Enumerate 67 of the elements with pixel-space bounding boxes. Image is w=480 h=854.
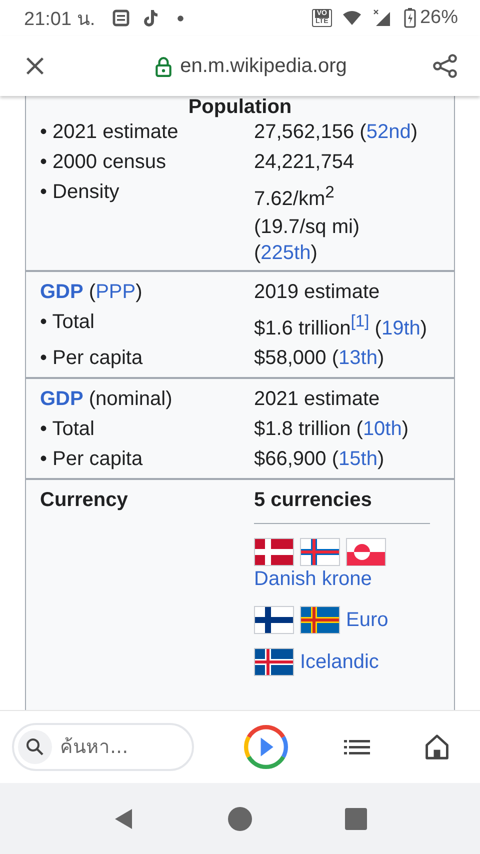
finland-flag-icon — [254, 606, 294, 634]
link[interactable]: 15th — [338, 448, 378, 470]
section-header: Population — [187, 96, 293, 117]
denmark-flag-icon — [254, 538, 294, 566]
faroe-flag-icon — [300, 538, 340, 566]
link[interactable]: GDP — [40, 388, 84, 410]
row-value: ) — [420, 317, 428, 340]
recents-icon[interactable] — [344, 806, 368, 830]
search-field[interactable]: ค้นหา... — [58, 735, 172, 759]
notification-dot-icon — [177, 14, 184, 22]
row-value: ) — [402, 418, 409, 440]
row-label: • Density — [40, 181, 120, 203]
iceland-flag-icon — [254, 648, 294, 676]
list-icon — [342, 737, 371, 757]
link[interactable]: 52nd — [366, 121, 411, 143]
row-label: • Total — [40, 310, 94, 333]
status-time: 21:01 น. — [24, 8, 96, 32]
row-value: ) — [310, 242, 318, 264]
share-icon — [432, 53, 458, 79]
row-value: ) — [410, 121, 418, 143]
row-value: $1.6 trillion — [254, 317, 351, 340]
link[interactable]: GDP — [40, 280, 84, 303]
aland-flag-icon — [300, 606, 340, 634]
close-icon — [24, 55, 46, 77]
lock-icon — [155, 56, 172, 76]
link[interactable]: 225th — [260, 242, 311, 264]
row-label: Currency — [40, 489, 128, 512]
link[interactable]: 13th — [338, 347, 378, 370]
row-value: (19.7/sq mi) — [254, 216, 360, 238]
play-icon — [243, 724, 290, 770]
link[interactable]: PPP — [96, 280, 136, 303]
row-label: • Per capita — [40, 448, 143, 470]
search-icon — [25, 737, 45, 757]
battery-percentage: 26% — [420, 7, 458, 29]
row-label: ) — [136, 280, 142, 303]
news-icon — [111, 8, 132, 28]
row-label: ( — [88, 280, 96, 303]
search-bar[interactable]: ค้นหา... — [12, 723, 194, 771]
link[interactable]: 19th — [381, 317, 420, 340]
currency-link[interactable]: Euro — [346, 607, 388, 634]
row-value: ( — [374, 317, 382, 340]
row-value: 2019 estimate — [254, 280, 380, 303]
home-icon — [424, 734, 450, 760]
row-label: • 2021 estimate — [40, 121, 178, 143]
home-circle-icon[interactable] — [228, 806, 252, 830]
row-value: ) — [377, 347, 384, 370]
greenland-flag-icon — [346, 538, 386, 566]
link[interactable]: 10th — [362, 418, 402, 440]
row-value: $1.8 trillion ( — [254, 418, 363, 440]
row-value: ( — [254, 242, 261, 264]
row-label: • Per capita — [40, 347, 143, 370]
battery-icon — [404, 8, 416, 28]
row-value: 7.62/km$^{2}$ — [254, 188, 334, 210]
row-label: • Total — [40, 418, 94, 440]
row-value: 2021 estimate — [254, 388, 380, 410]
row-value: 27,562,156 ( — [254, 121, 366, 143]
row-label: (nominal) — [88, 388, 172, 410]
row-value: $66,900 ( — [254, 448, 339, 470]
row-value: 5 currencies — [254, 489, 372, 512]
currency-link[interactable]: Icelandic — [300, 649, 379, 676]
row-label: • 2000 census — [40, 151, 166, 173]
row-value: $58,000 ( — [254, 347, 339, 370]
row-value: ) — [377, 448, 384, 470]
signal-icon — [372, 8, 392, 28]
row-value: 24,221,754 — [254, 151, 354, 173]
currency-link[interactable]: Danish krone — [254, 566, 372, 592]
url-text: en.m.wikipedia.org — [180, 54, 347, 78]
